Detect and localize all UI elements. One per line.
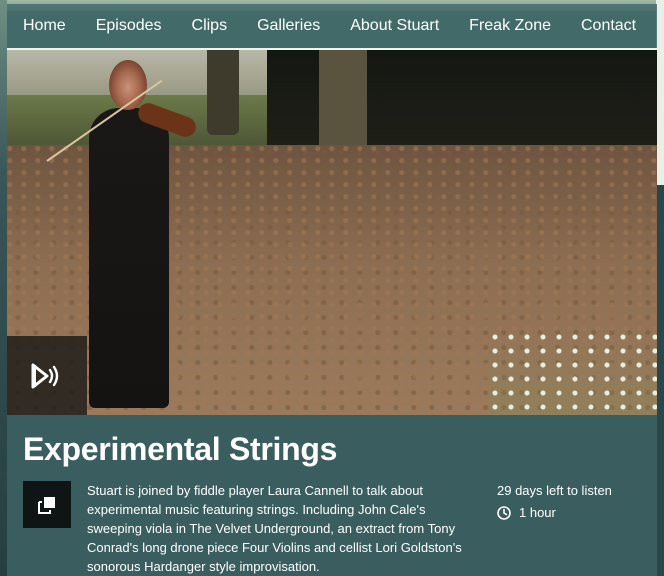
audio-play-icon: [31, 363, 59, 388]
nav-item-clips[interactable]: Clips: [177, 4, 243, 48]
popout-player-icon: [38, 496, 55, 514]
hero-violinist: [89, 108, 169, 408]
availability-text: 29 days left to listen: [497, 483, 612, 498]
nav-item-galleries[interactable]: Galleries: [242, 4, 335, 48]
nav-item-contact[interactable]: Contact: [566, 4, 651, 48]
duration-label: 1 hour: [519, 505, 556, 520]
hero-tree-trunk: [207, 50, 239, 135]
clock-icon: [497, 505, 511, 520]
audio-play-button[interactable]: [7, 336, 87, 415]
nav-item-freak-zone[interactable]: Freak Zone: [454, 4, 566, 48]
episode-panel: Experimental Strings Stuart is joined by…: [7, 415, 657, 576]
episode-description: Stuart is joined by fiddle player Laura …: [87, 483, 462, 574]
left-edge: [0, 0, 7, 576]
popout-player-button[interactable]: [23, 481, 71, 528]
hero-snowdrops: [487, 330, 657, 415]
episode-title: Experimental Strings: [23, 431, 338, 467]
main-nav: Home Episodes Clips Galleries About Stua…: [7, 4, 657, 50]
right-edge: [656, 0, 664, 576]
nav-item-home[interactable]: Home: [7, 4, 81, 48]
nav-item-episodes[interactable]: Episodes: [81, 4, 177, 48]
hero-image: [7, 50, 657, 415]
nav-item-about-stuart[interactable]: About Stuart: [335, 4, 454, 48]
episode-duration: 1 hour: [497, 503, 556, 522]
